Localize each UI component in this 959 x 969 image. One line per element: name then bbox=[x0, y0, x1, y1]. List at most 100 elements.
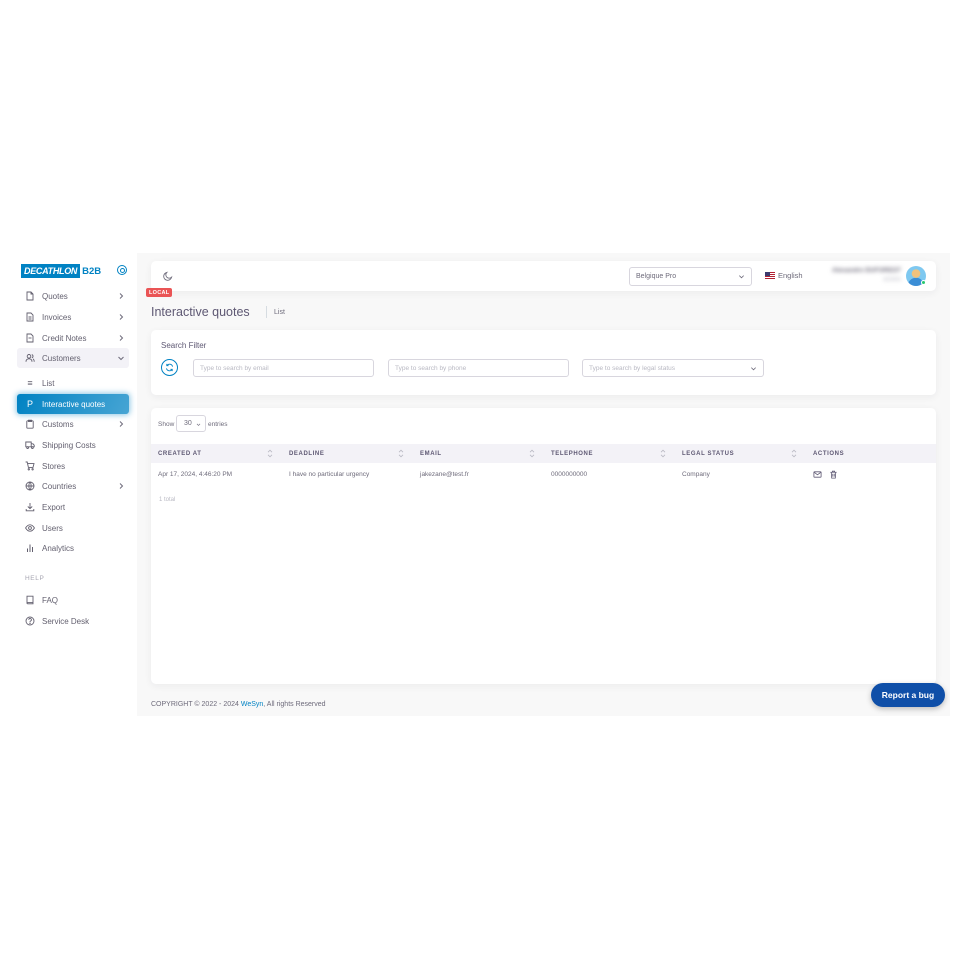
sidebar-item-label: List bbox=[42, 378, 55, 388]
sort-icon[interactable] bbox=[398, 449, 404, 458]
footer-link[interactable]: WeSyn bbox=[241, 701, 263, 708]
column-header-telephone[interactable]: TELEPHONE bbox=[551, 444, 593, 463]
clipboard-icon bbox=[25, 419, 35, 429]
page-length-value: 30 bbox=[184, 420, 192, 427]
sidebar-item-label: Shipping Costs bbox=[42, 440, 96, 450]
sidebar-item-customers[interactable]: Customers bbox=[17, 348, 129, 368]
cart-icon bbox=[25, 461, 35, 471]
sidebar-item-interactive-quotes[interactable]: P Interactive quotes bbox=[17, 394, 129, 414]
sidebar-item-label: Countries bbox=[42, 481, 77, 491]
column-header-deadline[interactable]: DEADLINE bbox=[289, 444, 324, 463]
sidebar-item-label: Credit Notes bbox=[42, 333, 87, 343]
language-label: English bbox=[778, 271, 803, 280]
globe-icon bbox=[25, 481, 35, 491]
sidebar-item-label: Customers bbox=[42, 353, 81, 363]
download-icon bbox=[25, 502, 35, 512]
sidebar-item-quotes[interactable]: Quotes bbox=[17, 286, 129, 306]
book-icon bbox=[25, 595, 35, 605]
trash-icon[interactable] bbox=[829, 470, 838, 479]
sidebar-item-label: Export bbox=[42, 502, 66, 512]
sidebar-item-label: Users bbox=[42, 523, 63, 533]
legal-status-placeholder: Type to search by legal status bbox=[589, 364, 675, 372]
sort-icon[interactable] bbox=[791, 449, 797, 458]
sidebar-item-label: FAQ bbox=[42, 595, 59, 605]
breadcrumb[interactable]: List bbox=[274, 309, 285, 316]
search-email-input[interactable]: Type to search by email bbox=[193, 359, 374, 377]
sidebar-item-label: Service Desk bbox=[42, 616, 90, 626]
chevron-down-icon bbox=[739, 275, 744, 279]
refresh-button[interactable] bbox=[161, 359, 178, 376]
chevron-right-icon bbox=[119, 293, 124, 299]
sidebar-item-shipping-costs[interactable]: Shipping Costs bbox=[17, 435, 129, 455]
chevron-right-icon bbox=[119, 314, 124, 320]
sort-icon[interactable] bbox=[529, 449, 535, 458]
eye-icon bbox=[25, 523, 35, 533]
environment-badge: LOCAL bbox=[146, 288, 173, 297]
sidebar-item-stores[interactable]: Stores bbox=[17, 456, 129, 476]
sidebar-item-faq[interactable]: FAQ bbox=[17, 590, 129, 610]
total-count: 1 total bbox=[159, 497, 176, 503]
bar-chart-icon bbox=[25, 543, 35, 553]
cell-deadline: I have no particular urgency bbox=[289, 471, 370, 478]
chevron-right-icon bbox=[119, 483, 124, 489]
column-header-created-at[interactable]: CREATED AT bbox=[158, 444, 202, 463]
entries-label: entries bbox=[208, 421, 228, 428]
search-phone-input[interactable]: Type to search by phone bbox=[388, 359, 569, 377]
user-name[interactable]: Alexandre DUFOREST bbox=[821, 267, 901, 274]
sidebar-item-service-desk[interactable]: Service Desk bbox=[17, 611, 129, 631]
mail-icon[interactable] bbox=[813, 470, 822, 479]
truck-icon bbox=[25, 440, 35, 450]
refresh-icon bbox=[166, 363, 173, 372]
legal-status-select[interactable]: Type to search by legal status bbox=[582, 359, 764, 377]
cell-email: jakezane@test.fr bbox=[420, 471, 469, 478]
sidebar-item-export[interactable]: Export bbox=[17, 497, 129, 517]
store-select[interactable]: Belgique Pro bbox=[629, 267, 752, 286]
online-status-indicator bbox=[921, 280, 926, 285]
copyright-text: COPYRIGHT © 2022 - 2024 bbox=[151, 701, 239, 708]
cell-telephone: 0000000000 bbox=[551, 471, 588, 478]
table-header: CREATED AT DEADLINE EMAIL TELEPHONE LEGA… bbox=[151, 444, 936, 463]
sidebar-item-customs[interactable]: Customs bbox=[17, 414, 129, 434]
search-filter-title: Search Filter bbox=[161, 341, 207, 350]
language-switcher[interactable]: English bbox=[765, 271, 803, 280]
sort-icon[interactable] bbox=[267, 449, 273, 458]
sidebar-item-list[interactable]: ≡ List bbox=[17, 373, 129, 393]
page-length-select[interactable]: 30 bbox=[176, 415, 206, 432]
breadcrumb-divider bbox=[266, 306, 267, 318]
sidebar-item-countries[interactable]: Countries bbox=[17, 476, 129, 496]
sidebar: DECATHLON B2B Quotes Invoices Credit Not… bbox=[9, 253, 137, 716]
brand-suffix: B2B bbox=[82, 265, 102, 277]
show-label: Show bbox=[158, 421, 175, 428]
sidebar-item-label: Stores bbox=[42, 461, 66, 471]
chevron-right-icon bbox=[119, 335, 124, 341]
app-window: DECATHLON B2B Quotes Invoices Credit Not… bbox=[9, 253, 950, 716]
sidebar-item-users[interactable]: Users bbox=[17, 518, 129, 538]
help-circle-icon bbox=[25, 616, 35, 626]
sort-icon[interactable] bbox=[660, 449, 666, 458]
users-icon bbox=[25, 353, 35, 363]
cell-created-at: Apr 17, 2024, 4:46:20 PM bbox=[158, 471, 233, 478]
file-text-icon bbox=[25, 312, 35, 322]
us-flag-icon bbox=[765, 272, 775, 279]
column-header-legal-status[interactable]: LEGAL STATUS bbox=[682, 444, 734, 463]
page-title: Interactive quotes bbox=[151, 305, 250, 319]
user-role: ADMIN bbox=[883, 277, 901, 283]
chevron-down-icon bbox=[118, 356, 124, 361]
store-select-value: Belgique Pro bbox=[636, 273, 677, 280]
footer: COPYRIGHT © 2022 - 2024 WeSyn, All right… bbox=[151, 701, 326, 708]
column-header-email[interactable]: EMAIL bbox=[420, 444, 442, 463]
file-icon bbox=[25, 291, 35, 301]
cell-legal-status: Company bbox=[682, 471, 710, 478]
sidebar-item-label: Invoices bbox=[42, 312, 72, 322]
file-icon bbox=[25, 333, 35, 343]
sidebar-item-invoices[interactable]: Invoices bbox=[17, 307, 129, 327]
sidebar-item-label: Customs bbox=[42, 419, 74, 429]
moon-icon[interactable] bbox=[163, 271, 173, 281]
search-filter-card: Search Filter Type to search by email Ty… bbox=[151, 330, 936, 395]
sidebar-item-analytics[interactable]: Analytics bbox=[17, 538, 129, 558]
brand-logo[interactable]: DECATHLON B2B bbox=[21, 264, 101, 278]
report-bug-button[interactable]: Report a bug bbox=[871, 683, 945, 707]
chevron-down-icon bbox=[751, 367, 756, 371]
sidebar-toggle-icon[interactable] bbox=[117, 265, 127, 275]
sidebar-item-credit-notes[interactable]: Credit Notes bbox=[17, 328, 129, 348]
